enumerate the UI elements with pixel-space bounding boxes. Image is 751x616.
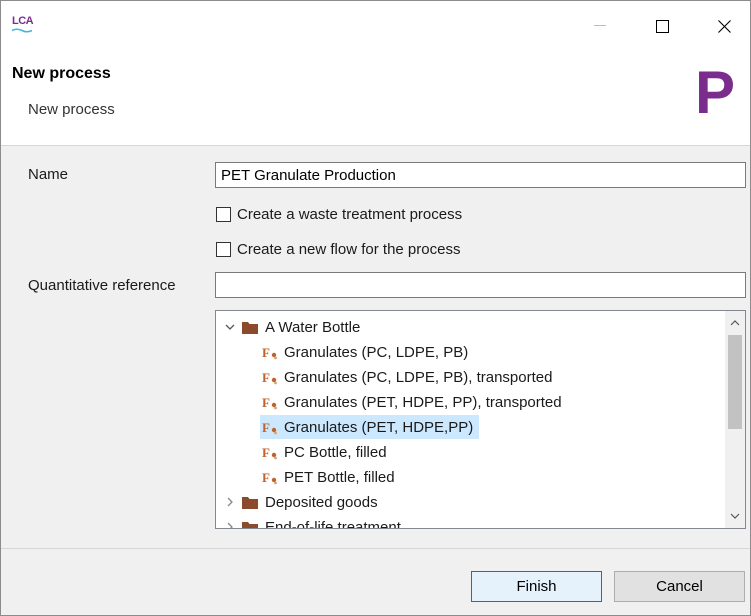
maximize-button[interactable] (639, 13, 685, 39)
new-flow-checkbox-label: Create a new flow for the process (237, 241, 461, 258)
flow-icon: F (262, 445, 277, 460)
name-label: Name (28, 166, 69, 183)
tree-item-label: Granulates (PC, LDPE, PB) (284, 343, 469, 361)
tree-item-label: Granulates (PET, HDPE, PP), transported (284, 393, 562, 411)
tree-flow-item[interactable]: F PC Bottle, filled (262, 440, 387, 464)
close-button[interactable] (701, 13, 747, 39)
tree-folder-deposited-goods[interactable]: Deposited goods (224, 490, 378, 514)
svg-text:F: F (262, 445, 270, 460)
tree-folder-a-water-bottle[interactable]: A Water Bottle (224, 315, 360, 339)
new-process-dialog: LCA New process New process P Name Creat… (0, 0, 751, 616)
new-flow-checkbox-row[interactable]: Create a new flow for the process (216, 241, 460, 258)
svg-text:F: F (262, 345, 270, 360)
finish-button[interactable]: Finish (471, 571, 602, 602)
banner-letter: P (695, 61, 735, 117)
tree-flow-item[interactable]: F Granulates (PET, HDPE, PP), transporte… (262, 390, 562, 414)
folder-icon (242, 521, 258, 528)
quantitative-reference-input[interactable] (215, 272, 746, 298)
tree-item-label: End-of-life treatment (265, 518, 401, 529)
process-banner-icon: P (695, 61, 735, 117)
minimize-button[interactable] (577, 13, 623, 39)
tree-item-label: PC Bottle, filled (284, 443, 387, 461)
waste-treatment-checkbox-label: Create a waste treatment process (237, 206, 463, 223)
tree-flow-item[interactable]: F PET Bottle, filled (262, 465, 395, 489)
svg-text:F: F (262, 420, 270, 435)
wizard-header: New process New process P (1, 51, 750, 146)
waste-treatment-checkbox-row[interactable]: Create a waste treatment process (216, 206, 462, 223)
chevron-right-icon[interactable] (224, 521, 236, 529)
flow-icon: F (262, 470, 277, 485)
tree-item-label: Granulates (PC, LDPE, PB), transported (284, 368, 553, 386)
flow-icon: F (262, 420, 277, 435)
svg-text:F: F (262, 370, 270, 385)
minimize-icon (594, 25, 606, 26)
page-subtitle: New process (28, 101, 115, 118)
cancel-button[interactable]: Cancel (614, 571, 745, 602)
chevron-down-icon (730, 513, 740, 519)
waste-treatment-checkbox[interactable] (216, 207, 231, 222)
chevron-right-icon[interactable] (224, 496, 236, 508)
name-input[interactable] (215, 162, 746, 188)
new-flow-checkbox[interactable] (216, 242, 231, 257)
tree-item-label: Granulates (PET, HDPE,PP) (284, 418, 474, 436)
flow-icon: F (262, 345, 277, 360)
tree-item-label: PET Bottle, filled (284, 468, 395, 486)
maximize-icon (655, 19, 669, 33)
scroll-down-button[interactable] (725, 506, 745, 526)
svg-text:F: F (262, 395, 270, 410)
app-logo-text: LCA (12, 15, 34, 27)
chevron-down-icon[interactable] (224, 321, 236, 333)
scroll-up-button[interactable] (725, 313, 745, 333)
tree-item-label: Deposited goods (265, 493, 378, 511)
folder-icon (242, 321, 258, 334)
close-icon (717, 19, 731, 33)
footer-divider (1, 548, 750, 549)
tree-folder-end-of-life-treatment[interactable]: End-of-life treatment (224, 515, 401, 529)
flow-tree[interactable]: A Water Bottle F Granulates (PC, LDPE, P… (215, 310, 746, 529)
flow-icon: F (262, 370, 277, 385)
logo-wave-icon (12, 28, 32, 33)
tree-flow-item-selected[interactable]: F Granulates (PET, HDPE,PP) (260, 415, 480, 439)
chevron-up-icon (730, 320, 740, 326)
quantitative-reference-label: Quantitative reference (28, 277, 176, 294)
title-bar: LCA (1, 1, 750, 51)
folder-icon (242, 496, 258, 509)
scrollbar-thumb[interactable] (728, 335, 742, 429)
tree-flow-item[interactable]: F Granulates (PC, LDPE, PB) (262, 340, 468, 364)
flow-icon: F (262, 395, 277, 410)
tree-flow-item[interactable]: F Granulates (PC, LDPE, PB), transported (262, 365, 552, 389)
app-logo: LCA (12, 15, 34, 35)
tree-item-label: A Water Bottle (265, 318, 361, 336)
svg-text:F: F (262, 470, 270, 485)
tree-scrollbar[interactable] (725, 311, 745, 528)
page-title: New process (12, 65, 111, 82)
